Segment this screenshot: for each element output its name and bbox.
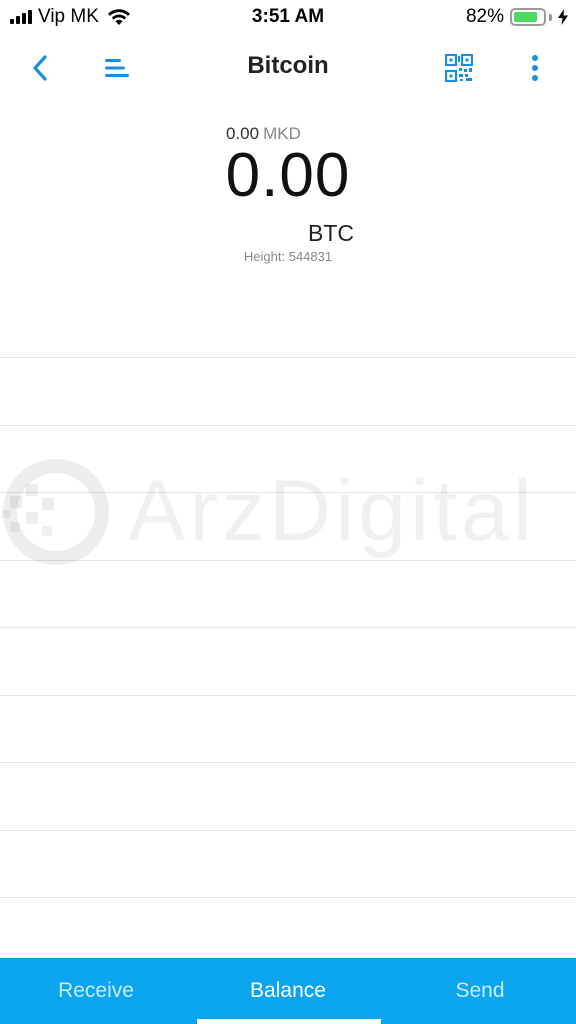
list-item[interactable] xyxy=(0,695,576,763)
status-bar: Vip MK 3:51 AM 82% xyxy=(0,0,576,36)
more-vertical-icon xyxy=(532,55,538,81)
charging-bolt-icon xyxy=(558,9,568,25)
more-options-button[interactable] xyxy=(515,48,555,88)
bottom-tab-bar: Receive Balance Send xyxy=(0,958,576,1024)
tab-balance[interactable]: Balance xyxy=(192,958,384,1024)
tab-receive[interactable]: Receive xyxy=(0,958,192,1024)
tab-send[interactable]: Send xyxy=(384,958,576,1024)
battery-cap xyxy=(549,13,552,21)
list-item[interactable] xyxy=(0,290,576,358)
list-item[interactable] xyxy=(0,763,576,831)
status-right: 82% xyxy=(466,6,568,28)
qr-code-icon xyxy=(445,54,473,82)
qr-code-button[interactable] xyxy=(439,48,479,88)
crypto-unit: BTC xyxy=(308,220,354,246)
page-title: Bitcoin xyxy=(247,52,329,79)
battery-icon xyxy=(510,8,546,26)
block-height: Height: 544831 xyxy=(243,249,333,264)
list-item[interactable] xyxy=(0,628,576,696)
list-item[interactable] xyxy=(0,830,576,898)
list-item[interactable] xyxy=(0,425,576,493)
list-item[interactable] xyxy=(0,493,576,561)
list-item[interactable] xyxy=(0,358,576,426)
transaction-list[interactable] xyxy=(0,290,576,958)
battery-level xyxy=(514,12,537,22)
battery-percent: 82% xyxy=(465,6,504,27)
active-tab-indicator xyxy=(197,1019,381,1024)
nav-bar: Bitcoin xyxy=(0,36,576,98)
list-item[interactable] xyxy=(0,560,576,628)
crypto-balance: 0.00 xyxy=(225,141,351,210)
